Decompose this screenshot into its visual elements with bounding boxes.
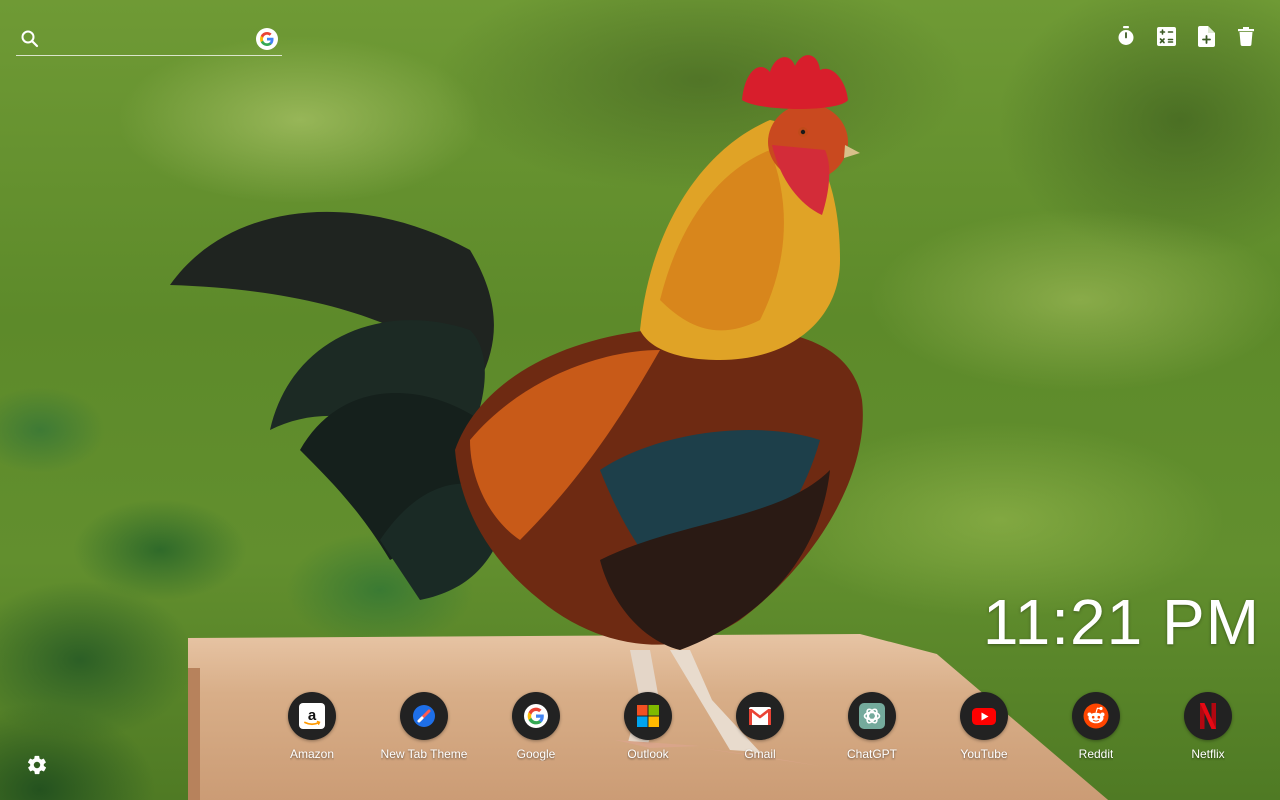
shortcut-chatgpt[interactable]: ChatGPT <box>816 692 928 761</box>
shortcut-label: New Tab Theme <box>380 747 468 761</box>
shortcut-outlook[interactable]: Outlook <box>592 692 704 761</box>
netflix-icon[interactable] <box>1184 692 1232 740</box>
google-icon[interactable] <box>512 692 560 740</box>
shortcut-label: ChatGPT <box>846 747 897 761</box>
chatgpt-icon[interactable] <box>848 692 896 740</box>
shortcut-label: Amazon <box>289 747 335 761</box>
shortcut-netflix[interactable]: Netflix <box>1152 692 1264 761</box>
search-input[interactable] <box>48 26 248 51</box>
shortcut-gmail[interactable]: Gmail <box>704 692 816 761</box>
shortcut-label: Gmail <box>744 747 776 761</box>
google-g-icon[interactable] <box>256 27 278 50</box>
search-bar[interactable] <box>16 22 282 56</box>
microsoft-icon[interactable] <box>624 692 672 740</box>
shortcut-label: YouTube <box>960 747 1008 761</box>
search-icon[interactable] <box>20 29 40 49</box>
gmail-icon[interactable] <box>736 692 784 740</box>
gear-icon[interactable] <box>26 754 48 776</box>
shortcut-youtube[interactable]: YouTube <box>928 692 1040 761</box>
shortcut-label: Netflix <box>1191 747 1225 761</box>
calculator-icon[interactable] <box>1156 25 1176 47</box>
shortcut-label: Google <box>516 747 556 761</box>
new-tab-theme-icon[interactable] <box>400 692 448 740</box>
stopwatch-icon[interactable] <box>1116 25 1136 47</box>
rooster-image <box>170 55 863 766</box>
clock: 11:21 PM <box>982 586 1260 658</box>
reddit-icon[interactable] <box>1072 692 1120 740</box>
shortcut-new-tab-theme[interactable]: New Tab Theme <box>368 692 480 761</box>
svg-text:a: a <box>308 707 317 724</box>
youtube-icon[interactable] <box>960 692 1008 740</box>
shortcut-dock: a Amazon New Tab Theme Google Outlook Gm… <box>256 692 1264 761</box>
shortcut-label: Reddit <box>1078 747 1114 761</box>
trash-icon[interactable] <box>1236 25 1256 47</box>
note-add-icon[interactable] <box>1196 25 1216 47</box>
shortcut-google[interactable]: Google <box>480 692 592 761</box>
amazon-icon[interactable]: a <box>288 692 336 740</box>
top-toolbar <box>1116 25 1256 47</box>
shortcut-reddit[interactable]: Reddit <box>1040 692 1152 761</box>
shortcut-label: Outlook <box>627 747 669 761</box>
background-photo <box>0 0 1280 800</box>
shortcut-amazon[interactable]: a Amazon <box>256 692 368 761</box>
